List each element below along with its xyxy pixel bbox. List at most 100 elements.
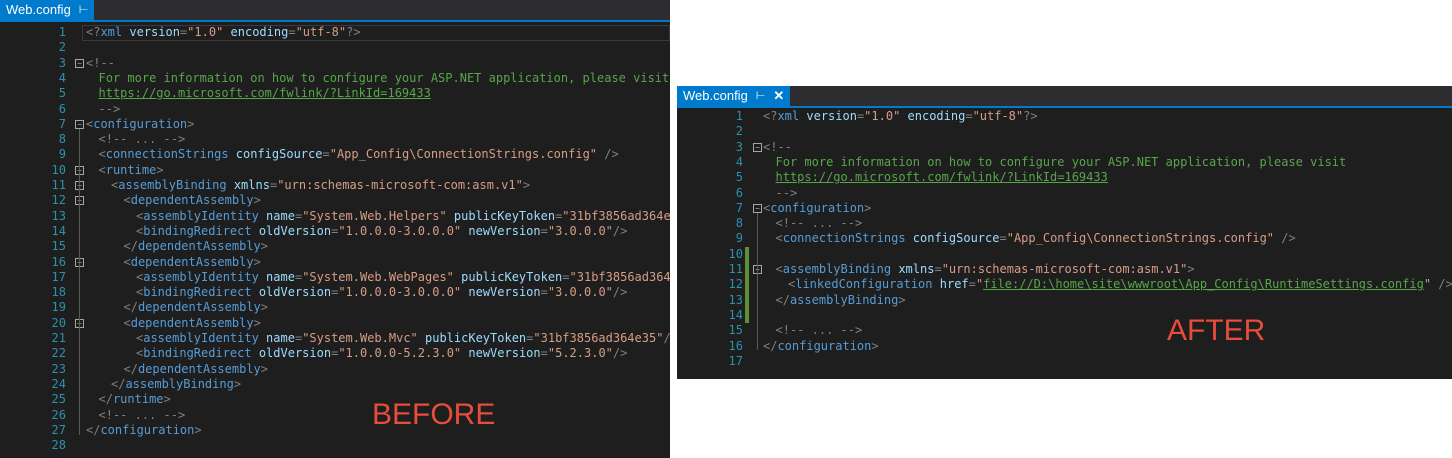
token-link[interactable]: https://go.microsoft.com/fwlink/?LinkId=… [99,86,431,100]
code-line[interactable]: 14 [677,307,1452,324]
line-text: <assemblyIdentity name="System.Web.Helpe… [136,209,670,224]
change-indicator [745,292,749,308]
line-text: </dependentAssembly> [124,239,269,254]
code-line[interactable]: 9 <connectionStrings configSource="App_Co… [0,147,670,162]
collapse-icon[interactable]: − [75,119,84,129]
code-line[interactable]: 22 <bindingRedirect oldVersion="1.0.0.0-5… [0,346,670,361]
pin-icon[interactable]: ⊢ [79,0,89,20]
line-text: <!-- ... --> [776,323,863,338]
line-number: 2 [735,124,743,139]
change-indicator [745,277,749,293]
code-line[interactable]: 23 </dependentAssembly> [0,362,670,377]
token-punc: </ [86,422,101,437]
code-line[interactable]: 4 For more information on how to configur… [677,155,1452,170]
token-val: "5.2.3.0" [547,346,613,361]
tab-title: Web.config [6,2,71,17]
code-line[interactable]: 20−<dependentAssembly> [0,316,670,331]
code-line[interactable]: 18 <bindingRedirect oldVersion="1.0.0.0-3… [0,285,670,300]
code-line[interactable]: 6 --> [0,102,670,117]
token-link[interactable]: file://D:\home\site\wwwroot\App_Config\R… [983,277,1424,291]
code-line[interactable]: 5 https://go.microsoft.com/fwlink/?LinkId… [0,86,670,101]
line-text: <!-- [763,140,792,155]
code-line[interactable]: 12 <linkedConfiguration href="file://D:\h… [677,277,1452,293]
token-punc: </ [123,239,138,254]
line-text: </configuration> [763,339,879,354]
line-number: 23 [51,361,66,376]
code-line[interactable]: 21 <assemblyIdentity name="System.Web.Mvc… [0,331,670,346]
pin-icon[interactable]: ⊢ [756,86,766,106]
line-text: <bindingRedirect oldVersion="1.0.0.0-3.0… [136,224,627,239]
code-line[interactable]: 3− <!-- [0,56,670,71]
code-line[interactable]: 4 For more information on how to configur… [0,71,670,86]
token-punc: </ [98,392,113,407]
code-line[interactable]: 11−<assemblyBinding xmlns="urn:schemas-m… [0,178,670,193]
code-line[interactable]: 15 <!-- ... --> [677,323,1452,338]
code-line[interactable]: 5 https://go.microsoft.com/fwlink/?LinkId… [677,170,1452,185]
code-line[interactable]: 6 --> [677,186,1452,201]
before-label: BEFORE [372,398,496,431]
line-number: 1 [58,25,66,39]
line-text: For more information on how to configure… [99,71,670,86]
change-indicator [745,307,749,324]
line-text: </runtime> [99,392,171,407]
code-line[interactable]: 19 </dependentAssembly> [0,300,670,315]
token-el: configuration [770,200,865,215]
code-line[interactable]: 8 <!-- ... --> [0,132,670,147]
code-line[interactable]: 3− <!-- [677,140,1452,155]
code-line[interactable]: 7− <configuration> [677,201,1452,216]
code-line[interactable]: 24 </assemblyBinding> [0,377,670,392]
code-line[interactable]: 10−<runtime> [0,163,670,178]
tab-web-config[interactable]: Web.config ⊢ [0,0,95,20]
collapse-icon[interactable]: − [75,58,84,68]
code-area[interactable]: 1 <?xml version="1.0" encoding="utf-8"?> 2… [0,25,670,458]
code-line[interactable]: 11−<assemblyBinding xmlns="urn:schemas-m… [677,262,1452,278]
code-line[interactable]: 10 [677,246,1452,262]
code-line[interactable]: 1 <?xml version="1.0" encoding="utf-8"?> [677,109,1452,124]
token-attr: publicKeyToken [417,331,527,345]
line-number: 16 [728,338,743,353]
line-number: 16 [51,254,66,269]
line-text: <connectionStrings configSource="App_Con… [776,231,1296,246]
close-icon[interactable]: ✕ [773,86,784,106]
token-val: "App_Config\ConnectionStrings.config" [1006,231,1275,246]
code-line[interactable]: 16−<dependentAssembly> [0,255,670,270]
token-attr: xmlns [226,178,270,192]
collapse-icon[interactable]: − [753,142,762,152]
tab-web-config[interactable]: Web.config ⊢ ✕ [677,86,791,106]
token-val: " [1423,277,1432,292]
line-number: 11 [728,262,743,276]
code-line[interactable]: 16 </configuration> [677,339,1452,354]
token-el: dependentAssembly [137,300,261,315]
token-punc: = [540,346,548,361]
token-punc: </ [775,292,790,307]
token-punc: > [253,315,261,330]
token-punc: = [540,223,548,238]
token-link[interactable]: https://go.microsoft.com/fwlink/?LinkId=… [776,170,1108,184]
code-line[interactable]: 28 [0,438,670,453]
code-line[interactable]: 13 </assemblyBinding> [677,292,1452,308]
code-area[interactable]: 1 <?xml version="1.0" encoding="utf-8"?> 2… [677,109,1452,379]
code-line[interactable]: 26 <!-- ... --> [0,408,670,423]
change-indicator [745,262,749,278]
token-attr: name [258,331,295,345]
code-line[interactable]: 2 [0,40,670,55]
code-line[interactable]: 13 <assemblyIdentity name="System.Web.Hel… [0,209,670,224]
code-line[interactable]: 8 <!-- ... --> [677,216,1452,231]
code-line[interactable]: 7− <configuration> [0,117,670,132]
code-line[interactable]: 17 <assemblyIdentity name="System.Web.Web… [0,270,670,285]
token-punc: = [999,231,1007,246]
code-line[interactable]: 17 [677,354,1452,369]
line-number: 14 [51,223,66,238]
code-line[interactable]: 25 </runtime> [0,392,670,407]
code-line[interactable]: 2 [677,124,1452,139]
code-line[interactable]: 27 </configuration> [0,423,670,438]
line-text: </assemblyBinding> [111,377,241,392]
code-line[interactable]: 14 <bindingRedirect oldVersion="1.0.0.0-3… [0,224,670,239]
code-line[interactable]: 12−<dependentAssembly> [0,193,670,208]
collapse-icon[interactable]: − [753,203,762,213]
code-line[interactable]: 15 </dependentAssembly> [0,239,670,254]
token-el: assemblyBinding [118,178,227,192]
token-punc: <!-- ... --> [775,323,863,338]
token-attr: oldVersion [251,223,332,238]
code-line[interactable]: 9 <connectionStrings configSource="App_Co… [677,231,1452,246]
